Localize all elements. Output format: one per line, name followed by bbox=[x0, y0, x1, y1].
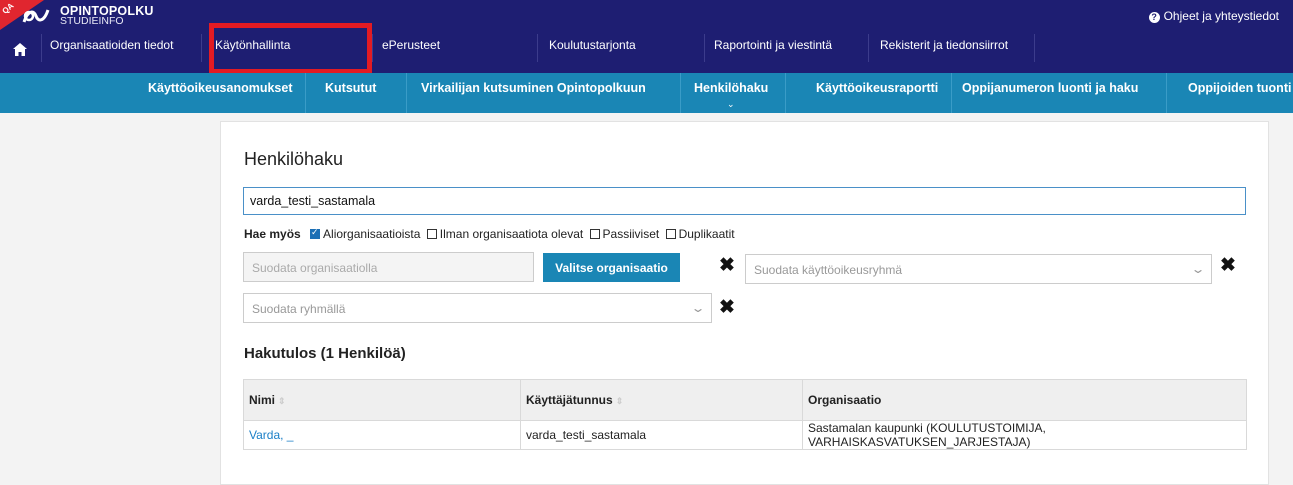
nav-koulutustarjonta[interactable]: Koulutustarjonta bbox=[549, 38, 636, 52]
subnav-separator bbox=[785, 73, 786, 113]
nav-separator bbox=[41, 34, 42, 62]
subnav-separator bbox=[406, 73, 407, 113]
subnav-kayttooikeusraportti[interactable]: Käyttöoikeusraportti bbox=[816, 81, 938, 95]
question-circle-icon: ? bbox=[1148, 12, 1160, 23]
nav-rekisterit[interactable]: Rekisterit ja tiedonsiirrot bbox=[880, 38, 1008, 52]
person-link[interactable]: Varda, _ bbox=[249, 428, 293, 442]
chevron-down-icon: ⌄ bbox=[690, 301, 706, 315]
sub-navigation-bar: Käyttöoikeusanomukset Kutsutut Virkailij… bbox=[0, 73, 1293, 113]
nav-separator bbox=[1034, 34, 1035, 62]
subnav-separator bbox=[680, 73, 681, 113]
home-button[interactable] bbox=[0, 34, 41, 73]
nav-eperusteet[interactable]: ePerusteet bbox=[382, 38, 440, 52]
subnav-virkailijan-kutsuminen[interactable]: Virkailijan kutsuminen Opintopolkuun bbox=[421, 81, 646, 95]
sort-icon: ⇕ bbox=[278, 396, 286, 406]
column-header-kayttajatunnus[interactable]: Käyttäjätunnus ⇕ bbox=[520, 379, 803, 421]
subnav-kayttooikeusanomukset[interactable]: Käyttöoikeusanomukset bbox=[148, 81, 292, 95]
chevron-down-icon: ⌄ bbox=[1190, 262, 1206, 276]
search-input[interactable] bbox=[243, 187, 1246, 215]
group-placeholder: Suodata ryhmällä bbox=[252, 302, 346, 316]
checkbox-ilman-organisaatiota[interactable] bbox=[426, 229, 437, 239]
sort-icon: ⇕ bbox=[615, 396, 624, 406]
access-group-select[interactable]: Suodata käyttöoikeusryhmä ⌄ bbox=[745, 254, 1212, 284]
clear-organisation-icon[interactable]: ✖ bbox=[719, 254, 735, 277]
subnav-separator bbox=[1166, 73, 1167, 113]
clear-access-group-icon[interactable]: ✖ bbox=[1220, 254, 1236, 277]
page-title: Henkilöhaku bbox=[244, 149, 344, 169]
help-label: Ohjeet ja yhteystiedot bbox=[1163, 9, 1279, 23]
result-title: Hakutulos (1 Henkilöä) bbox=[244, 345, 406, 362]
column-label: Käyttäjätunnus bbox=[526, 393, 613, 407]
clear-group-icon[interactable]: ✖ bbox=[719, 296, 735, 319]
nav-organisaatioiden-tiedot[interactable]: Organisaatioiden tiedot bbox=[50, 38, 173, 52]
nav-separator bbox=[704, 34, 705, 62]
nav-separator bbox=[868, 34, 869, 62]
subnav-separator bbox=[951, 73, 952, 113]
nav-separator bbox=[201, 34, 202, 62]
checkbox-aliorganisaatioista[interactable] bbox=[310, 227, 321, 239]
nav-kaytonhallinta[interactable]: Käytönhallinta bbox=[215, 38, 290, 52]
checkbox-label: Passiiviset bbox=[602, 227, 660, 241]
search-options-label: Hae myös bbox=[244, 227, 301, 241]
brand-subtitle: STUDIEINFO bbox=[60, 15, 124, 27]
results-table: Nimi ⇕ Käyttäjätunnus ⇕ Organisaatio Varda… bbox=[243, 379, 1247, 450]
access-group-placeholder: Suodata käyttöoikeusryhmä bbox=[754, 263, 903, 277]
checkbox-label: Ilman organisaatiota olevat bbox=[439, 227, 584, 241]
subnav-separator bbox=[305, 73, 306, 113]
column-header-nimi[interactable]: Nimi ⇕ bbox=[243, 379, 521, 421]
checkbox-label: Duplikaatit bbox=[678, 227, 735, 241]
nav-raportointi[interactable]: Raportointi ja viestintä bbox=[714, 38, 832, 52]
subnav-kutsutut[interactable]: Kutsutut bbox=[325, 81, 376, 95]
organisation-filter-input[interactable]: Suodata organisaatiolla bbox=[243, 252, 534, 282]
cell-name[interactable]: Varda, _ bbox=[243, 420, 521, 450]
checkbox-duplikaatit[interactable] bbox=[665, 229, 676, 239]
column-label: Organisaatio bbox=[808, 393, 882, 407]
top-navigation-bar: QA OPINTOPOLKU STUDIEINFO ? Ohjeet ja yht… bbox=[0, 0, 1293, 73]
search-options: Hae myös Aliorganisaatioista Ilman organ… bbox=[244, 227, 735, 241]
checkbox-label: Aliorganisaatioista bbox=[323, 227, 421, 241]
subnav-oppijoiden-tuonti[interactable]: Oppijoiden tuonti bbox=[1188, 81, 1291, 95]
cell-organisation: Sastamalan kaupunki (KOULUTUSTOIMIJA, VA… bbox=[802, 420, 1247, 450]
chevron-down-icon: ⌄ bbox=[727, 99, 735, 109]
column-label: Nimi bbox=[249, 393, 276, 407]
subnav-henkilohaku[interactable]: Henkilöhaku bbox=[694, 81, 768, 95]
opintopolku-logo-icon bbox=[22, 9, 50, 23]
group-select[interactable]: Suodata ryhmällä ⌄ bbox=[243, 293, 712, 323]
home-icon bbox=[13, 43, 27, 56]
nav-separator bbox=[537, 34, 538, 62]
nav-separator bbox=[372, 34, 373, 62]
cell-username: varda_testi_sastamala bbox=[520, 420, 803, 450]
table-header-row: Nimi ⇕ Käyttäjätunnus ⇕ Organisaatio bbox=[243, 379, 1247, 421]
table-row: Varda, _ varda_testi_sastamala Sastamala… bbox=[243, 420, 1247, 450]
subnav-oppijanumeron-luonti[interactable]: Oppijanumeron luonti ja haku bbox=[962, 81, 1138, 95]
select-organisation-button[interactable]: Valitse organisaatio bbox=[543, 253, 680, 282]
help-link[interactable]: ? Ohjeet ja yhteystiedot bbox=[1148, 9, 1279, 23]
column-header-organisaatio: Organisaatio bbox=[802, 379, 1247, 421]
checkbox-passiiviset[interactable] bbox=[589, 229, 600, 239]
